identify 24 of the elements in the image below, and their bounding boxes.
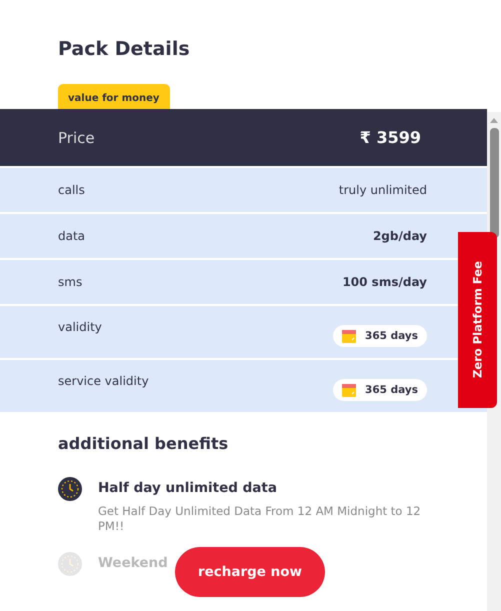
clock-icon <box>58 552 82 576</box>
calendar-icon <box>341 328 358 344</box>
price-value: ₹ 3599 <box>360 128 421 147</box>
section-title: additional benefits <box>58 434 230 453</box>
row-label: validity <box>58 320 102 334</box>
badge-text: 365 days <box>365 330 418 342</box>
calendar-icon <box>341 382 358 398</box>
value-tag: value for money <box>58 84 170 109</box>
row-label: sms <box>58 275 82 289</box>
row-value: 2gb/day <box>372 229 427 243</box>
recharge-button[interactable]: recharge now <box>175 547 325 597</box>
row-label: service validity <box>58 374 149 388</box>
side-tab[interactable]: Zero Platform Fee <box>458 232 497 408</box>
row-value: 100 sms/day <box>342 275 427 289</box>
row-label: calls <box>58 183 85 197</box>
page-title: Pack Details <box>57 37 191 62</box>
row-value: truly unlimited <box>338 183 427 197</box>
price-label: Price <box>58 128 95 146</box>
row-label: data <box>58 229 86 243</box>
benefit-description: Get Half Day Unlimited Data From 12 AM Midnight to 12 PM!! <box>98 504 422 534</box>
badge-text: 365 days <box>365 384 418 396</box>
benefit-title: Weekend <box>98 554 168 571</box>
clock-icon <box>58 477 82 501</box>
benefit-title: Half day unlimited data <box>98 480 278 496</box>
